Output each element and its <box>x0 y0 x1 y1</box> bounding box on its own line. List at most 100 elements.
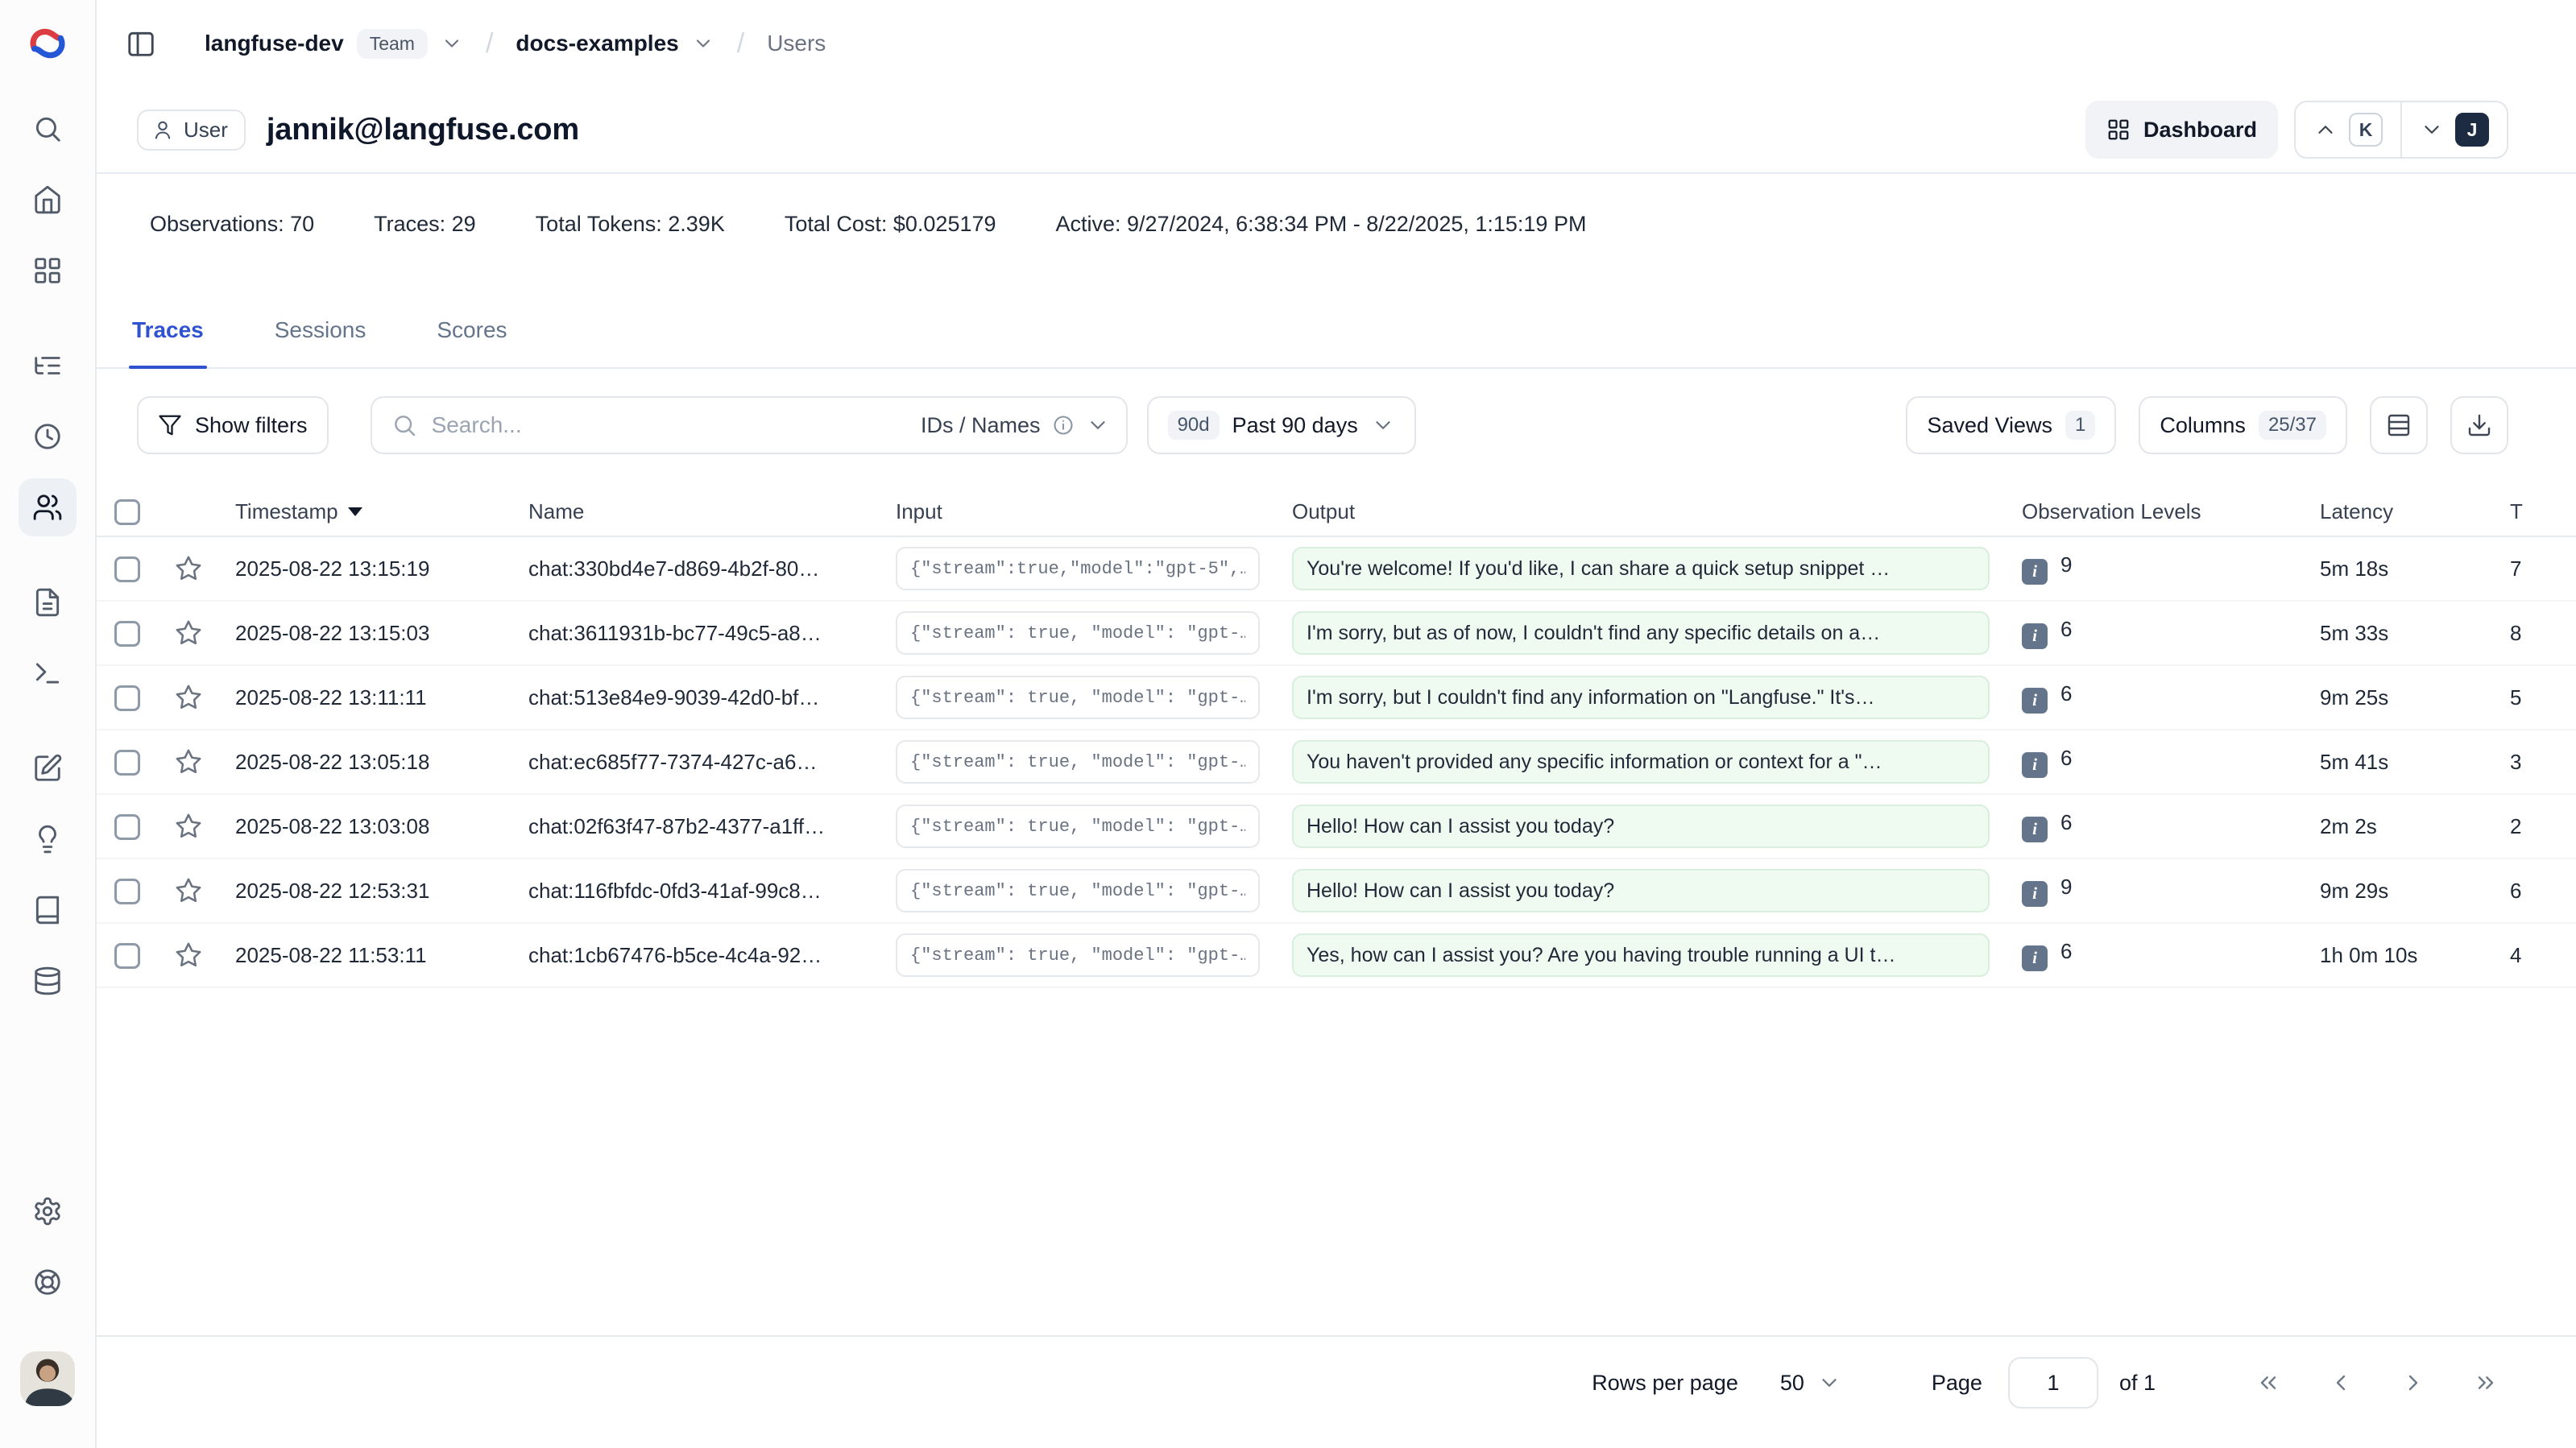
input-cell[interactable]: {"stream": true, "model": "gpt-… <box>896 611 1260 655</box>
sidebar-item-prompts[interactable] <box>19 573 77 631</box>
clipped-cell: 2 <box>2494 794 2576 858</box>
table-row[interactable]: 2025-08-22 13:05:18 chat:ec685f77-7374-4… <box>97 730 2576 794</box>
user-avatar[interactable] <box>20 1351 75 1406</box>
clipped-cell: 3 <box>2494 730 2576 794</box>
prev-page-button[interactable] <box>2318 1360 2363 1405</box>
tab-sessions[interactable]: Sessions <box>271 316 370 367</box>
last-page-button[interactable] <box>2463 1360 2508 1405</box>
table-row[interactable]: 2025-08-22 13:15:03 chat:3611931b-bc77-4… <box>97 601 2576 665</box>
output-cell[interactable]: Hello! How can I assist you today? <box>1292 869 1990 912</box>
select-all-checkbox[interactable] <box>114 499 140 525</box>
sidebar-item-evaluation[interactable] <box>19 739 77 797</box>
sidebar-item-search[interactable] <box>19 100 77 158</box>
row-checkbox[interactable] <box>114 943 140 969</box>
table-row[interactable]: 2025-08-22 13:11:11 chat:513e84e9-9039-4… <box>97 665 2576 730</box>
column-header-input[interactable]: Input <box>880 488 1276 536</box>
name-cell[interactable]: chat:330bd4e7-d869-4b2f-80… <box>512 536 880 601</box>
row-checkbox[interactable] <box>114 879 140 904</box>
chevrons-left-icon <box>2255 1370 2281 1396</box>
sidebar-item-dashboards[interactable] <box>19 242 77 300</box>
sidebar-item-playground[interactable] <box>19 644 77 702</box>
column-header-output[interactable]: Output <box>1276 488 2006 536</box>
row-height-button[interactable] <box>2370 396 2428 454</box>
output-cell[interactable]: You're welcome! If you'd like, I can sha… <box>1292 547 1990 590</box>
name-cell[interactable]: chat:ec685f77-7374-427c-a6… <box>512 730 880 794</box>
name-cell[interactable]: chat:116fbfdc-0fd3-41af-99c8… <box>512 858 880 923</box>
input-cell[interactable]: {"stream": true, "model": "gpt-… <box>896 805 1260 848</box>
saved-views-button[interactable]: Saved Views 1 <box>1906 396 2116 454</box>
columns-button[interactable]: Columns 25/37 <box>2139 396 2347 454</box>
output-cell[interactable]: You haven't provided any specific inform… <box>1292 740 1990 784</box>
star-icon[interactable] <box>175 684 202 711</box>
sidebar-item-tracing[interactable] <box>19 337 77 395</box>
project-switcher-button[interactable] <box>441 32 463 55</box>
first-page-button[interactable] <box>2246 1360 2291 1405</box>
latency-cell: 5m 41s <box>2304 730 2494 794</box>
star-icon[interactable] <box>175 941 202 969</box>
output-cell[interactable]: Yes, how can I assist you? Are you havin… <box>1292 933 1990 977</box>
output-cell[interactable]: Hello! How can I assist you today? <box>1292 805 1990 848</box>
row-checkbox[interactable] <box>114 814 140 840</box>
star-icon[interactable] <box>175 877 202 904</box>
page-input[interactable] <box>2008 1357 2098 1409</box>
kbd-j: J <box>2455 113 2489 147</box>
output-cell[interactable]: I'm sorry, but as of now, I couldn't fin… <box>1292 611 1990 655</box>
column-header-clipped[interactable]: T <box>2494 488 2576 536</box>
name-cell[interactable]: chat:1cb67476-b5ce-4c4a-92… <box>512 923 880 987</box>
sidebar-item-database[interactable] <box>19 952 77 1010</box>
next-user-button[interactable]: J <box>2400 102 2507 157</box>
sidebar-toggle-button[interactable] <box>126 28 156 59</box>
show-filters-button[interactable]: Show filters <box>137 396 329 454</box>
column-header-timestamp[interactable]: Timestamp <box>219 488 512 536</box>
sidebar-item-home[interactable] <box>19 171 77 229</box>
sidebar-item-support[interactable] <box>19 1253 77 1311</box>
database-icon <box>32 966 63 996</box>
next-page-button[interactable] <box>2391 1360 2436 1405</box>
langfuse-logo[interactable] <box>27 23 68 64</box>
sidebar-item-settings[interactable] <box>19 1182 77 1240</box>
star-icon[interactable] <box>175 619 202 647</box>
input-cell[interactable]: {"stream": true, "model": "gpt-… <box>896 933 1260 977</box>
row-checkbox[interactable] <box>114 556 140 582</box>
search-scope-dropdown[interactable]: IDs / Names <box>921 413 1110 438</box>
info-level-icon: i <box>2022 817 2048 842</box>
table-row[interactable]: 2025-08-22 13:15:19 chat:330bd4e7-d869-4… <box>97 536 2576 601</box>
star-icon[interactable] <box>175 555 202 582</box>
search-input[interactable] <box>432 412 906 438</box>
column-header-name[interactable]: Name <box>512 488 880 536</box>
breadcrumb-project[interactable]: langfuse-dev <box>205 31 344 56</box>
name-cell[interactable]: chat:02f63f47-87b2-4377-a1ff… <box>512 794 880 858</box>
row-checkbox[interactable] <box>114 750 140 776</box>
input-cell[interactable]: {"stream": true, "model": "gpt-… <box>896 740 1260 784</box>
name-cell[interactable]: chat:3611931b-bc77-49c5-a8… <box>512 601 880 665</box>
prev-user-button[interactable]: K <box>2296 102 2400 157</box>
column-header-observation-levels[interactable]: Observation Levels <box>2006 488 2304 536</box>
sidebar-item-users[interactable] <box>19 478 77 536</box>
saved-views-label: Saved Views <box>1927 413 2052 438</box>
breadcrumb-folder[interactable]: docs-examples <box>516 31 678 56</box>
table-row[interactable]: 2025-08-22 11:53:11 chat:1cb67476-b5ce-4… <box>97 923 2576 987</box>
tab-scores[interactable]: Scores <box>433 316 510 367</box>
export-button[interactable] <box>2450 396 2508 454</box>
input-cell[interactable]: {"stream":true,"model":"gpt-5",… <box>896 547 1260 590</box>
input-cell[interactable]: {"stream": true, "model": "gpt-… <box>896 676 1260 719</box>
row-checkbox[interactable] <box>114 685 140 711</box>
dashboard-button[interactable]: Dashboard <box>2085 101 2278 159</box>
date-range-button[interactable]: 90d Past 90 days <box>1147 396 1416 454</box>
sidebar-item-datasets[interactable] <box>19 881 77 939</box>
star-icon[interactable] <box>175 748 202 776</box>
row-checkbox[interactable] <box>114 621 140 647</box>
name-cell[interactable]: chat:513e84e9-9039-42d0-bf… <box>512 665 880 730</box>
folder-switcher-button[interactable] <box>692 32 714 55</box>
sidebar-item-insights[interactable] <box>19 810 77 868</box>
table-row[interactable]: 2025-08-22 13:03:08 chat:02f63f47-87b2-4… <box>97 794 2576 858</box>
tab-traces[interactable]: Traces <box>129 316 207 367</box>
sidebar-item-sessions[interactable] <box>19 408 77 465</box>
column-header-latency[interactable]: Latency <box>2304 488 2494 536</box>
table-row[interactable]: 2025-08-22 12:53:31 chat:116fbfdc-0fd3-4… <box>97 858 2576 923</box>
observation-levels-cell: i6 <box>2006 923 2304 987</box>
input-cell[interactable]: {"stream": true, "model": "gpt-… <box>896 869 1260 912</box>
output-cell[interactable]: I'm sorry, but I couldn't find any infor… <box>1292 676 1990 719</box>
star-icon[interactable] <box>175 813 202 840</box>
rows-per-page-select[interactable]: 50 <box>1780 1371 1841 1396</box>
